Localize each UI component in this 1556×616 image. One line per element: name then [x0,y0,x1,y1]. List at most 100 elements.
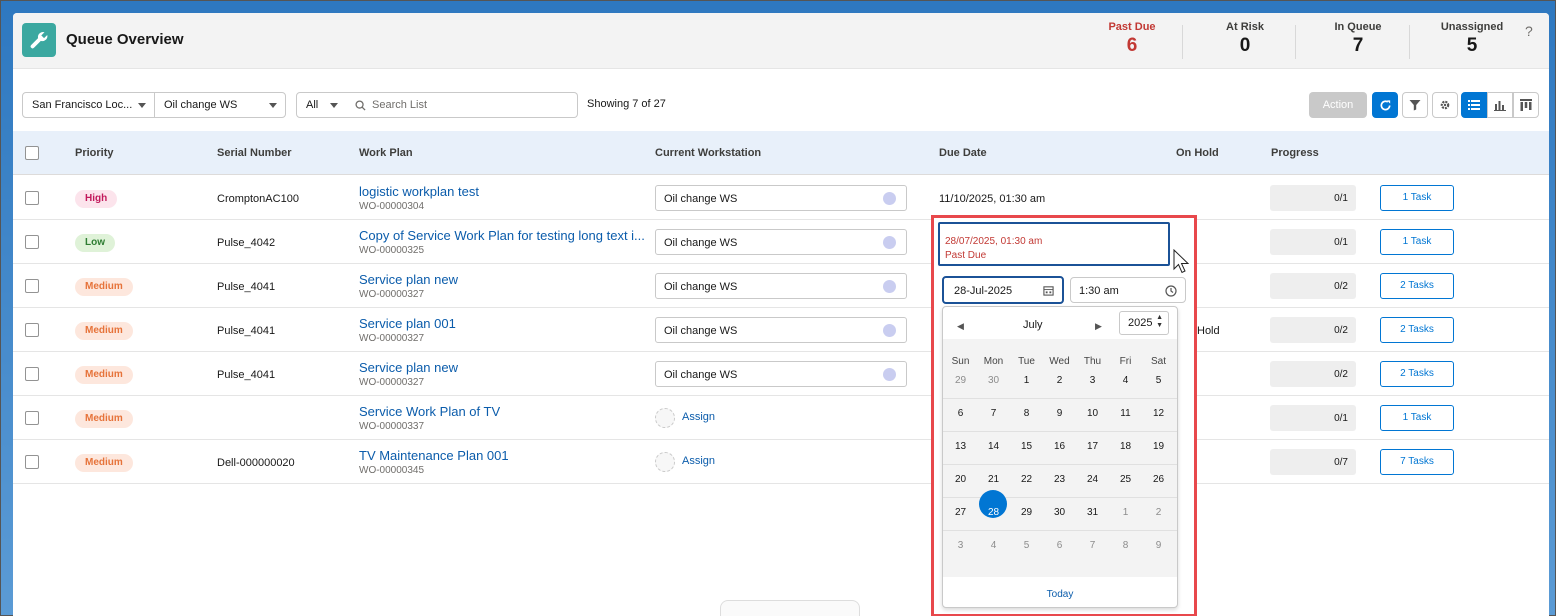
calendar-day[interactable]: 10 [1076,408,1109,419]
next-month-icon[interactable]: ▶ [1095,321,1102,332]
stat-past-due[interactable]: Past Due 6 [1077,21,1187,57]
calendar-day[interactable]: 16 [1043,441,1076,452]
workstation-field[interactable]: Oil change WS [655,273,907,299]
stat-at-risk[interactable]: At Risk 0 [1190,21,1300,57]
calendar-day[interactable]: 14 [977,441,1010,452]
calendar-day[interactable]: 27 [944,507,977,518]
calendar-day[interactable]: 24 [1076,474,1109,485]
row-checkbox[interactable] [25,279,39,293]
workstation-field[interactable]: Oil change WS [655,361,907,387]
calendar-day[interactable]: 22 [1010,474,1043,485]
column-current-workstation[interactable]: Current Workstation [655,147,761,159]
workstation-field[interactable]: Oil change WS [655,317,907,343]
calendar-day[interactable]: 6 [944,408,977,419]
search-input[interactable]: Search List [346,92,578,118]
column-progress[interactable]: Progress [1271,147,1319,159]
calendar-day[interactable]: 12 [1142,408,1175,419]
chart-view-button[interactable] [1487,92,1513,118]
assign-link[interactable]: Assign [682,455,715,467]
calendar-day[interactable]: 5 [1010,540,1043,551]
calendar-day[interactable]: 26 [1142,474,1175,485]
column-work-plan[interactable]: Work Plan [359,147,413,159]
assign-link[interactable]: Assign [682,411,715,423]
calendar-day[interactable]: 4 [977,540,1010,551]
table-row[interactable]: Medium Dell-000000020 TV Maintenance Pla… [13,440,1549,484]
column-serial-number[interactable]: Serial Number [217,147,292,159]
calendar-day[interactable]: 17 [1076,441,1109,452]
previous-month-icon[interactable]: ◀ [957,321,964,332]
tasks-button[interactable]: 1 Task [1380,185,1454,211]
tasks-button[interactable]: 7 Tasks [1380,449,1454,475]
workstation-field[interactable]: Oil change WS [655,229,907,255]
calendar-day[interactable]: 31 [1076,507,1109,518]
work-plan-link[interactable]: Service plan new [359,360,458,375]
row-checkbox[interactable] [25,455,39,469]
calendar-day[interactable]: 28 [977,507,1010,518]
calendar-day[interactable]: 25 [1109,474,1142,485]
table-row[interactable]: Medium Pulse_4041 Service plan 001 WO-00… [13,308,1549,352]
work-plan-link[interactable]: Service plan 001 [359,316,456,331]
calendar-day[interactable]: 3 [1076,375,1109,386]
tasks-button[interactable]: 1 Task [1380,405,1454,431]
column-due-date[interactable]: Due Date [939,147,987,159]
calendar-day[interactable]: 2 [1043,375,1076,386]
calendar-day[interactable]: 15 [1010,441,1043,452]
table-row[interactable]: Medium Pulse_4041 Service plan new WO-00… [13,264,1549,308]
calendar-day[interactable]: 23 [1043,474,1076,485]
calendar-day[interactable]: 2 [1142,507,1175,518]
tasks-button[interactable]: 2 Tasks [1380,361,1454,387]
refresh-button[interactable] [1372,92,1398,118]
help-icon[interactable]: ? [1525,23,1533,39]
calendar-icon[interactable] [1043,285,1054,296]
calendar-day[interactable]: 1 [1109,507,1142,518]
work-plan-link[interactable]: logistic workplan test [359,184,479,199]
calendar-day[interactable]: 8 [1109,540,1142,551]
calendar-day[interactable]: 5 [1142,375,1175,386]
today-button[interactable]: Today [943,589,1177,600]
tasks-button[interactable]: 1 Task [1380,229,1454,255]
calendar-day[interactable]: 7 [977,408,1010,419]
calendar-day[interactable]: 29 [1010,507,1043,518]
calendar-day[interactable]: 20 [944,474,977,485]
stat-in-queue[interactable]: In Queue 7 [1303,21,1413,57]
row-checkbox[interactable] [25,411,39,425]
select-all-checkbox[interactable] [25,146,39,160]
calendar-day[interactable]: 9 [1043,408,1076,419]
due-date-field[interactable]: 28/07/2025, 01:30 am Past Due [938,222,1170,266]
calendar-day[interactable]: 29 [944,375,977,386]
workstation-field[interactable]: Oil change WS [655,185,907,211]
column-priority[interactable]: Priority [75,147,114,159]
tasks-button[interactable]: 2 Tasks [1380,317,1454,343]
calendar-day[interactable]: 1 [1010,375,1043,386]
row-checkbox[interactable] [25,191,39,205]
calendar-day[interactable]: 11 [1109,408,1142,419]
tasks-button[interactable]: 2 Tasks [1380,273,1454,299]
settings-button[interactable] [1432,92,1458,118]
list-view-button[interactable] [1461,92,1487,118]
date-input[interactable]: 28-Jul-2025 [942,276,1064,304]
location-select[interactable]: San Francisco Loc... [22,92,155,118]
table-row[interactable]: Medium Service Work Plan of TV WO-000003… [13,396,1549,440]
table-row[interactable]: High CromptonAC100 logistic workplan tes… [13,176,1549,220]
calendar-day[interactable]: 18 [1109,441,1142,452]
stat-unassigned[interactable]: Unassigned 5 [1417,21,1527,57]
calendar-day[interactable]: 8 [1010,408,1043,419]
workstation-select[interactable]: Oil change WS [154,92,286,118]
clock-icon[interactable] [1165,285,1177,297]
kanban-view-button[interactable] [1513,92,1539,118]
calendar-day[interactable]: 13 [944,441,977,452]
time-input[interactable]: 1:30 am [1070,277,1186,303]
work-plan-link[interactable]: Service plan new [359,272,458,287]
table-row[interactable]: Low Pulse_4042 Copy of Service Work Plan… [13,220,1549,264]
filter-button[interactable] [1402,92,1428,118]
calendar-day[interactable]: 6 [1043,540,1076,551]
work-plan-link[interactable]: Service Work Plan of TV [359,404,500,419]
row-checkbox[interactable] [25,367,39,381]
calendar-day[interactable]: 4 [1109,375,1142,386]
calendar-day[interactable]: 21 [977,474,1010,485]
year-select[interactable]: 2025 ▲ ▼ [1119,311,1169,335]
calendar-day[interactable]: 3 [944,540,977,551]
work-plan-link[interactable]: Copy of Service Work Plan for testing lo… [359,228,645,243]
calendar-day[interactable]: 9 [1142,540,1175,551]
column-on-hold[interactable]: On Hold [1176,147,1219,159]
